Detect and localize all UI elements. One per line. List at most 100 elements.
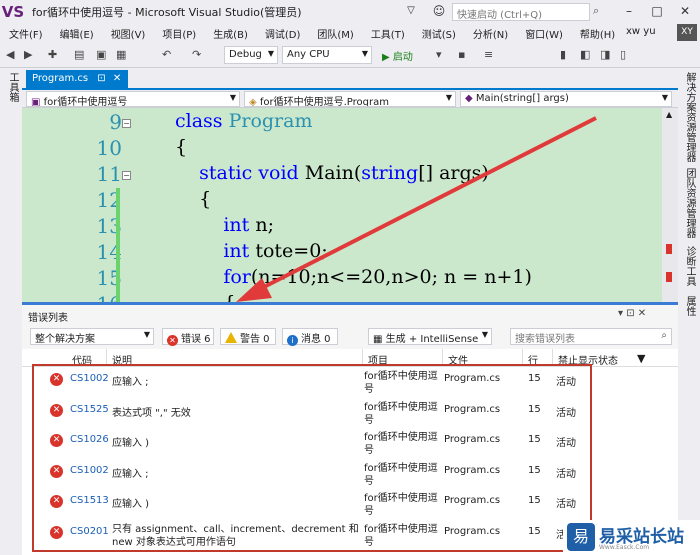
configuration-dropdown[interactable]: Debug ▼: [224, 46, 278, 64]
scope-dropdown[interactable]: 整个解决方案 ▼: [30, 328, 154, 345]
error-file: Program.cs: [444, 495, 501, 506]
bookmark-icon[interactable]: ▮: [560, 48, 566, 61]
user-name[interactable]: xw yu: [626, 26, 656, 37]
column-code[interactable]: 代码: [72, 352, 92, 367]
team-explorer-tab[interactable]: 团队资源管理器: [682, 168, 697, 238]
toolbox-tab[interactable]: 工具箱: [5, 72, 20, 102]
avatar[interactable]: XY: [677, 24, 697, 41]
class-dropdown[interactable]: ◈ for循环中使用逗号.Program ▼: [244, 91, 456, 107]
comment-icon[interactable]: ≡: [484, 48, 493, 61]
properties-tab[interactable]: 属性: [682, 296, 697, 316]
back-icon[interactable]: ◀: [6, 48, 14, 61]
table-row[interactable]: ✕ CS1002 应输入 ; for循环中使用逗号 Program.cs 15 活动: [22, 459, 678, 489]
menu-file[interactable]: 文件(F): [0, 26, 51, 41]
member-dropdown[interactable]: ◆ Main(string[] args) ▼: [460, 91, 672, 107]
menu-project[interactable]: 项目(P): [153, 26, 204, 41]
restore-button[interactable]: □: [646, 2, 668, 20]
platform-dropdown[interactable]: Any CPU ▼: [282, 46, 372, 64]
column-line[interactable]: 行: [528, 352, 538, 367]
column-separator[interactable]: [106, 349, 107, 367]
save-all-icon[interactable]: ▦: [116, 48, 126, 61]
table-row[interactable]: ✕ CS1525 表达式项 "," 无效 for循环中使用逗号 Program.cs 15…: [22, 398, 678, 428]
code-editor[interactable]: 9 class Program 10 {11 static void Main(str…: [22, 108, 678, 302]
code-line[interactable]: {: [175, 188, 211, 210]
forward-icon[interactable]: ▶: [24, 48, 32, 61]
column-suppression-state[interactable]: 禁止显示状态: [558, 352, 618, 367]
column-separator[interactable]: [552, 349, 553, 367]
menu-team[interactable]: 团队(M): [308, 26, 361, 41]
code-token: for: [223, 266, 251, 288]
error-code-link[interactable]: CS1002: [70, 465, 109, 476]
menu-analyze[interactable]: 分析(N): [464, 26, 516, 41]
column-description[interactable]: 说明: [112, 352, 132, 367]
class-value: for循环中使用逗号.Program: [259, 97, 389, 107]
menu-help[interactable]: 帮助(H): [571, 26, 623, 41]
error-code-link[interactable]: CS0201: [70, 526, 109, 537]
menu-view[interactable]: 视图(V): [102, 26, 154, 41]
code-line[interactable]: for(n=10;n<=20,n>0; n = n+1): [175, 266, 532, 288]
filter-icon[interactable]: ▼: [637, 352, 645, 365]
search-error-list-input[interactable]: 搜索错误列表 ⌕: [510, 328, 672, 345]
search-icon[interactable]: ⌕: [593, 4, 599, 18]
right-tool-strip: 解决方案资源管理器 团队资源管理器 诊断工具 属性: [678, 68, 700, 555]
tab-program-cs[interactable]: Program.cs ⊡ ✕: [26, 70, 128, 90]
filter-icon[interactable]: ▽: [400, 2, 422, 20]
pin-icon[interactable]: ⊡: [97, 73, 105, 84]
error-file: Program.cs: [444, 525, 501, 537]
errors-filter-button[interactable]: ✕ 错误 6: [162, 328, 214, 346]
bookmark-next-icon[interactable]: ◨: [600, 48, 610, 61]
editor-vertical-scrollbar[interactable]: ▲: [662, 108, 678, 302]
menu-test[interactable]: 测试(S): [413, 26, 464, 41]
code-line[interactable]: int tote=0;: [175, 240, 327, 262]
error-code-link[interactable]: CS1002: [70, 373, 109, 384]
menu-debug[interactable]: 调试(D): [256, 26, 309, 41]
column-separator[interactable]: [522, 349, 523, 367]
solution-explorer-tab[interactable]: 解决方案资源管理器: [682, 72, 697, 162]
error-code-link[interactable]: CS1525: [70, 404, 109, 415]
bookmark-prev-icon[interactable]: ◧: [580, 48, 590, 61]
build-filter-dropdown[interactable]: ▦ 生成 + IntelliSense ▼: [368, 328, 492, 345]
close-button[interactable]: ✕: [674, 2, 696, 20]
code-line[interactable]: int n;: [175, 214, 274, 236]
project-dropdown[interactable]: ▣ for循环中使用逗号 ▼: [26, 91, 240, 107]
column-file[interactable]: 文件: [448, 352, 468, 367]
error-list-title: 错误列表: [28, 313, 68, 324]
table-row[interactable]: ✕ CS1026 应输入 ) for循环中使用逗号 Program.cs 15 活动: [22, 428, 678, 458]
scroll-up-icon[interactable]: ▲: [666, 110, 672, 119]
redo-icon[interactable]: ↷: [192, 48, 201, 61]
menu-tools[interactable]: 工具(T): [362, 26, 413, 41]
fold-toggle-class[interactable]: −: [122, 119, 131, 128]
warnings-filter-button[interactable]: 警告 0: [220, 328, 276, 345]
undo-icon[interactable]: ↶: [162, 48, 171, 61]
menu-edit[interactable]: 编辑(E): [51, 26, 102, 41]
table-row[interactable]: ✕ CS1513 应输入 ) for循环中使用逗号 Program.cs 15 活动: [22, 489, 678, 519]
start-dropdown-icon[interactable]: ▾: [436, 48, 442, 61]
column-separator[interactable]: [362, 349, 363, 367]
quick-launch-input[interactable]: 快速启动 (Ctrl+Q): [452, 3, 590, 21]
code-line[interactable]: {: [175, 292, 235, 302]
feedback-icon[interactable]: ☺: [428, 2, 450, 20]
code-line[interactable]: static void Main(string[] args): [175, 162, 489, 184]
start-button[interactable]: ▶ 启动: [378, 46, 432, 64]
table-row[interactable]: ✕ CS1002 应输入 ; for循环中使用逗号 Program.cs 15 活动: [22, 367, 678, 397]
column-project[interactable]: 项目: [368, 352, 388, 367]
messages-filter-button[interactable]: i 消息 0: [282, 328, 338, 346]
column-separator[interactable]: [442, 349, 443, 367]
code-line[interactable]: class Program: [175, 110, 313, 132]
minimize-button[interactable]: –: [618, 2, 640, 20]
new-project-icon[interactable]: ✚: [48, 48, 57, 61]
panel-window-icons[interactable]: ▾ ⊡ ✕: [618, 308, 646, 319]
code-line[interactable]: {: [175, 136, 187, 158]
menu-window[interactable]: 窗口(W): [516, 26, 571, 41]
error-code-link[interactable]: CS1026: [70, 434, 109, 445]
toolbar-icon-1[interactable]: ▪: [458, 48, 465, 61]
error-code-link[interactable]: CS1513: [70, 495, 109, 506]
open-file-icon[interactable]: ▤: [74, 48, 84, 61]
save-icon[interactable]: ▣: [96, 48, 106, 61]
diagnostic-tools-tab[interactable]: 诊断工具: [682, 246, 697, 286]
bookmark-clear-icon[interactable]: ▯: [620, 48, 626, 61]
menu-build[interactable]: 生成(B): [204, 26, 256, 41]
code-token: static void: [199, 162, 305, 184]
fold-toggle-method[interactable]: −: [122, 171, 131, 180]
close-icon[interactable]: ✕: [113, 73, 121, 84]
